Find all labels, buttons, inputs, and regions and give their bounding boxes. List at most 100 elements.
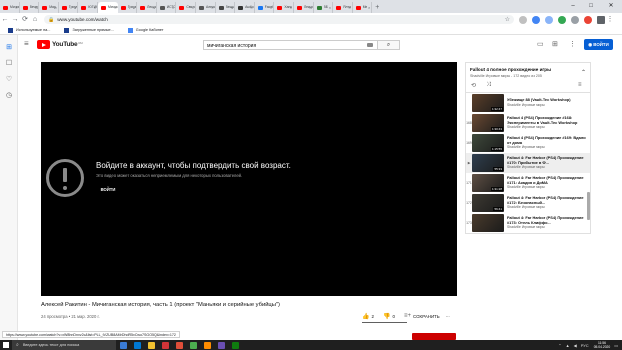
- tab-close-icon[interactable]: ×: [94, 2, 96, 13]
- browser-tab[interactable]: Алекс ×: [196, 2, 216, 13]
- player-signin-button[interactable]: ВОЙТИ: [96, 185, 120, 195]
- browser-tab[interactable]: Вещь ×: [216, 2, 236, 13]
- volume-icon[interactable]: ◀: [574, 343, 577, 348]
- playlist-thumbnail[interactable]: 1:15:55: [472, 134, 504, 152]
- playlist-thumbnail[interactable]: 1:32:47: [472, 94, 504, 112]
- tab-close-icon[interactable]: ×: [368, 2, 370, 13]
- browser-tab[interactable]: ВБ ×: [314, 2, 334, 13]
- dislike-button[interactable]: 👎 0: [383, 313, 395, 320]
- apps-grid-icon[interactable]: ⊞: [552, 40, 558, 48]
- subscribe-button[interactable]: [412, 333, 456, 340]
- browser-tab[interactable]: Ялта ×: [333, 2, 353, 13]
- bookmark-item[interactable]: Используемые на...: [8, 27, 50, 33]
- browser-tab[interactable]: Ханс ×: [274, 2, 294, 13]
- extension-icon[interactable]: [584, 15, 592, 24]
- playlist-thumbnail[interactable]: [472, 214, 504, 232]
- extension-icon[interactable]: [545, 15, 553, 24]
- tab-close-icon[interactable]: ×: [231, 2, 233, 13]
- playlist-item[interactable]: 172 56:41 Fallout 4: Far Harbor (PS4) Прох…: [466, 193, 590, 213]
- extension-icon[interactable]: [571, 15, 579, 24]
- speed-dial-icon[interactable]: ⊞: [0, 43, 18, 51]
- bookmark-item[interactable]: Google Кабинет: [127, 27, 164, 33]
- tab-close-icon[interactable]: ×: [348, 2, 350, 13]
- favorites-icon[interactable]: ♡: [0, 75, 18, 83]
- playlist-thumbnail[interactable]: 55:33: [472, 154, 504, 172]
- tab-close-icon[interactable]: ×: [309, 2, 311, 13]
- tab-close-icon[interactable]: ×: [74, 2, 76, 13]
- profile-avatar[interactable]: [597, 15, 605, 24]
- tab-close-icon[interactable]: ×: [172, 2, 174, 13]
- tab-close-icon[interactable]: ×: [15, 2, 17, 13]
- taskbar-app-icon[interactable]: [214, 340, 228, 350]
- browser-tab[interactable]: ЮГИН×: [78, 2, 98, 13]
- browser-menu-icon[interactable]: ⋮: [605, 13, 615, 26]
- settings-dots-icon[interactable]: ⋮: [569, 40, 576, 48]
- more-actions-button[interactable]: ...: [446, 313, 450, 318]
- playlist-scrollbar[interactable]: [587, 192, 590, 220]
- forward-icon[interactable]: →: [10, 13, 20, 26]
- new-tab-button[interactable]: +: [372, 2, 382, 13]
- history-icon[interactable]: ◷: [0, 91, 18, 99]
- minimize-button[interactable]: –: [566, 0, 580, 13]
- browser-tab[interactable]: Audio ×: [235, 2, 255, 13]
- clock[interactable]: 11:56 05.04.2020: [594, 341, 611, 349]
- extension-icon[interactable]: [519, 15, 527, 24]
- taskbar-app-icon[interactable]: [130, 340, 144, 350]
- language-indicator[interactable]: РУС: [581, 343, 589, 348]
- bookmarks-icon[interactable]: ☐: [0, 59, 18, 67]
- taskbar-search[interactable]: ⌕ Введите здесь текст для поиска: [12, 340, 116, 350]
- taskbar-app-icon[interactable]: [200, 340, 214, 350]
- video-player[interactable]: Войдите в аккаунт, чтобы подтвердить сво…: [41, 62, 457, 296]
- tab-close-icon[interactable]: ×: [133, 2, 135, 13]
- reload-icon[interactable]: ⟳: [20, 13, 30, 26]
- tab-close-icon[interactable]: ×: [54, 2, 56, 13]
- tab-close-icon[interactable]: ×: [270, 2, 272, 13]
- browser-tab[interactable]: Ме ×: [353, 2, 373, 13]
- tab-close-icon[interactable]: ×: [211, 2, 213, 13]
- url-field[interactable]: 🔒 www.youtube.com/watch ☆: [44, 15, 514, 24]
- playlist-menu-icon[interactable]: ≡: [578, 82, 582, 88]
- taskbar-app-icon[interactable]: [186, 340, 200, 350]
- taskbar-app-icon[interactable]: [228, 340, 242, 350]
- extension-icon[interactable]: [558, 15, 566, 24]
- network-icon[interactable]: ▲: [566, 343, 570, 348]
- loop-icon[interactable]: ⟲: [471, 82, 476, 89]
- like-button[interactable]: 👍 2: [362, 313, 374, 320]
- playlist-thumbnail[interactable]: 1:30:43: [472, 114, 504, 132]
- tab-close-icon[interactable]: ×: [250, 2, 252, 13]
- home-icon[interactable]: ⌂: [30, 13, 40, 26]
- tab-close-icon[interactable]: ×: [35, 2, 37, 13]
- browser-tab[interactable]: Лекци ×: [294, 2, 314, 13]
- playlist-item[interactable]: 1:32:47 Убежище 88 (Vault-Tec Workshop) Sh…: [466, 93, 590, 113]
- search-button[interactable]: ⌕: [378, 40, 400, 50]
- playlist-thumbnail[interactable]: 1:31:28: [472, 174, 504, 192]
- browser-tab[interactable]: Мичиганск×: [0, 2, 20, 13]
- tray-chevron-icon[interactable]: ⌃: [558, 343, 561, 348]
- maximize-button[interactable]: □: [584, 0, 598, 13]
- playlist-item[interactable]: 168 1:30:43 Fallout 4 (PS4) Прохождение #1…: [466, 113, 590, 133]
- browser-tab[interactable]: Мар. Ресто×: [39, 2, 59, 13]
- taskbar-app-icon[interactable]: [144, 340, 158, 350]
- browser-tab[interactable]: Мичиганск×: [97, 2, 118, 13]
- playlist-item[interactable]: ▶ 55:33 Fallout 4: Far Harbor (PS4) Прохож…: [466, 153, 590, 173]
- browser-tab[interactable]: Святос×: [176, 2, 196, 13]
- browser-tab[interactable]: Лекция×: [137, 2, 157, 13]
- taskbar-app-icon[interactable]: [172, 340, 186, 350]
- close-window-button[interactable]: ✕: [604, 0, 618, 13]
- browser-tab[interactable]: Триумф×: [59, 2, 79, 13]
- taskbar-app-icon[interactable]: [158, 340, 172, 350]
- save-button[interactable]: ≡+ СОХРАНИТЬ: [404, 313, 440, 319]
- playlist-title[interactable]: Fallout 4 полное прохождение игры: [470, 67, 580, 72]
- bookmark-star-icon[interactable]: ☆: [505, 16, 510, 23]
- bookmark-item[interactable]: Загруженные прямые...: [64, 27, 114, 33]
- browser-tab[interactable]: ИСТО ×: [157, 2, 177, 13]
- collapse-chevron-icon[interactable]: ⌃: [581, 69, 586, 76]
- taskbar-app-icon[interactable]: [116, 340, 130, 350]
- browser-tab[interactable]: Вечерний×: [20, 2, 40, 13]
- keyboard-icon[interactable]: [367, 43, 373, 47]
- playlist-thumbnail[interactable]: 56:41: [472, 194, 504, 212]
- youtube-logo[interactable]: YouTube RU: [37, 40, 83, 49]
- shuffle-icon[interactable]: ⤨: [486, 82, 491, 89]
- tab-close-icon[interactable]: ×: [290, 2, 292, 13]
- playlist-item[interactable]: 171 1:31:28 Fallout 4: Far Harbor (PS4) Пр…: [466, 173, 590, 193]
